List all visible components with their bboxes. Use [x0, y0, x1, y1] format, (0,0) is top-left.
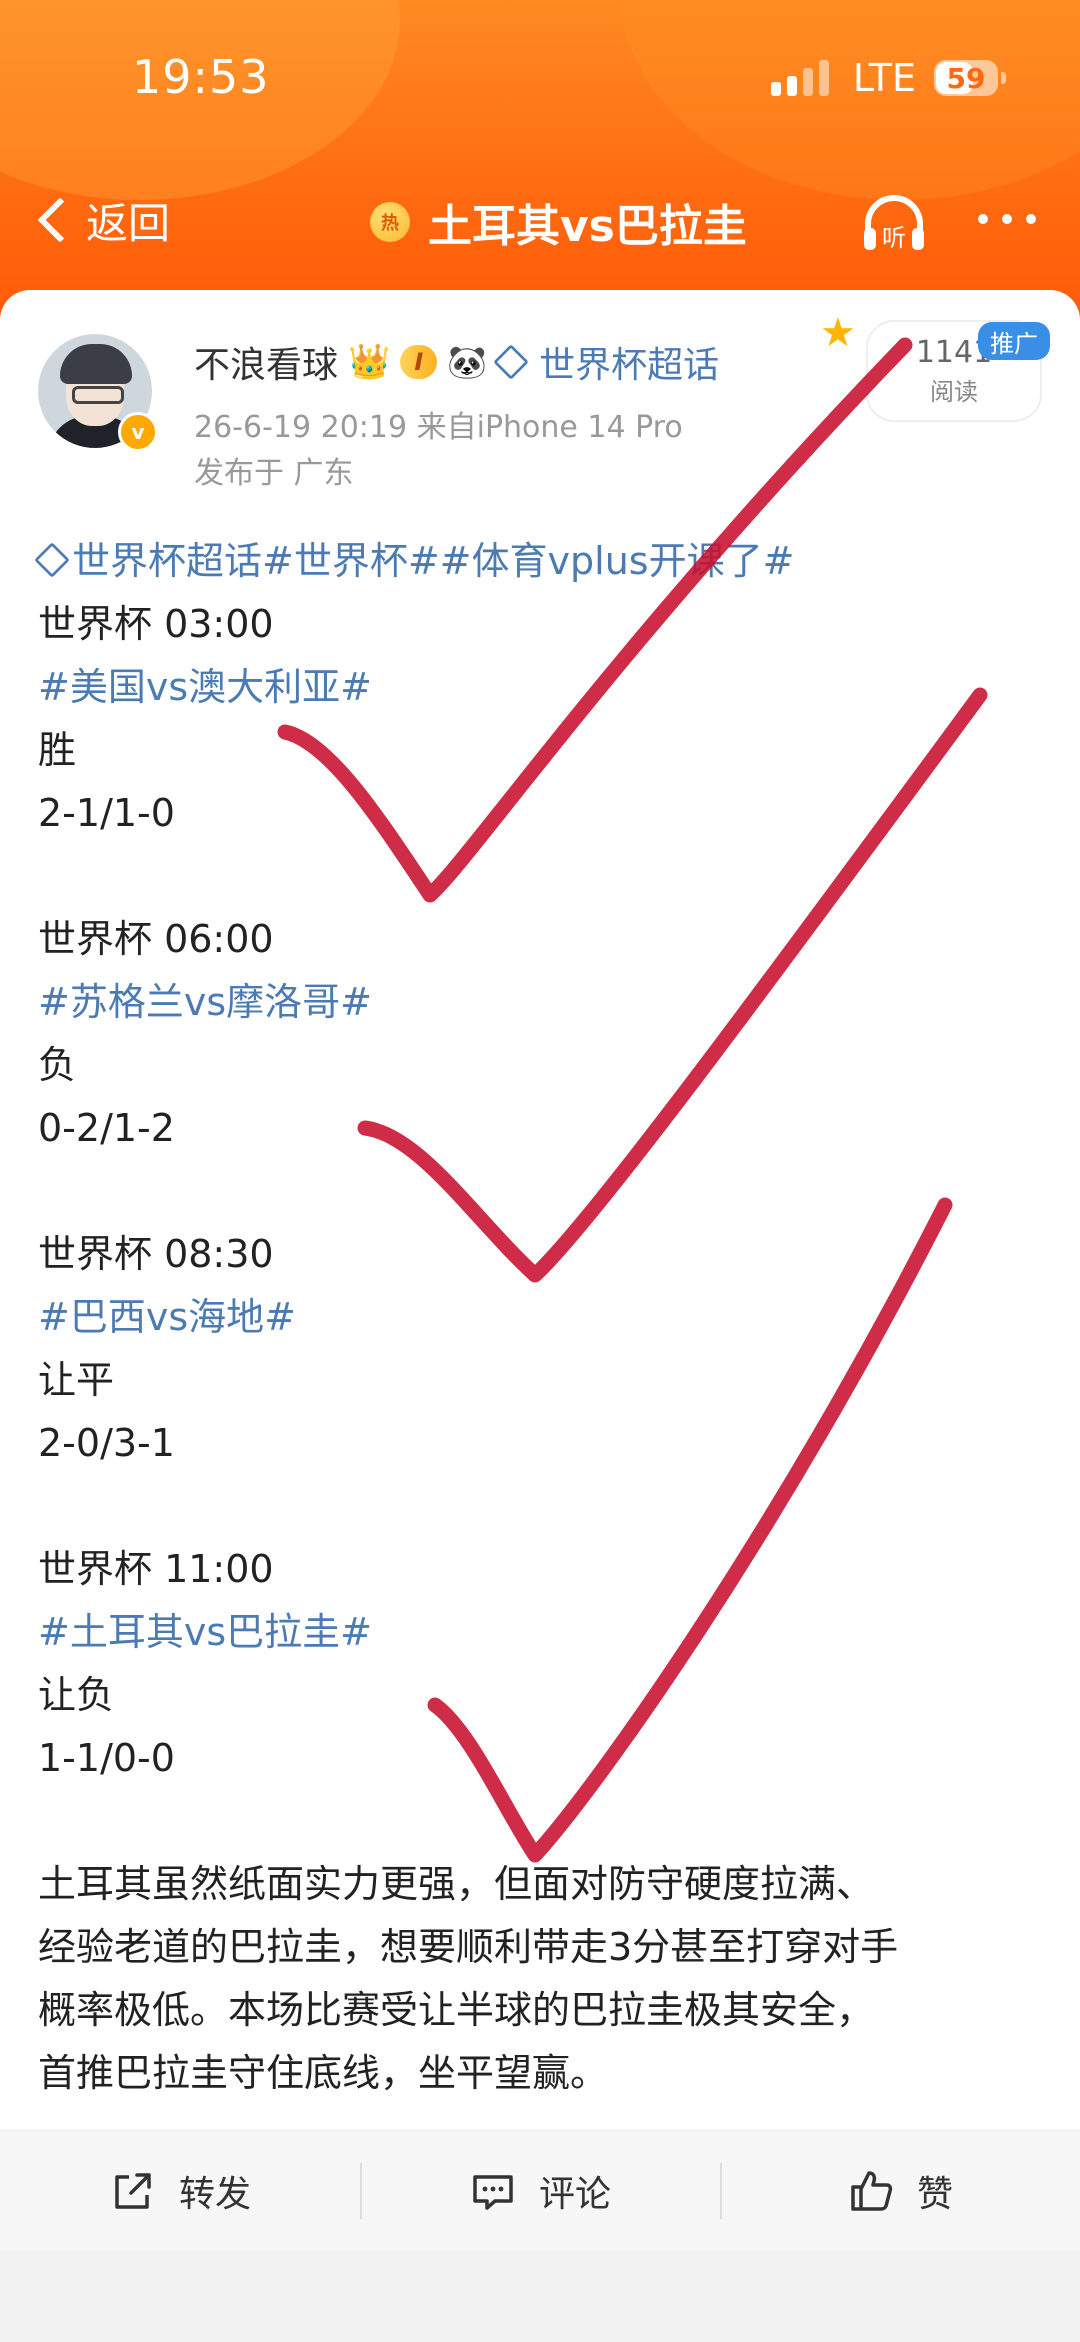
post-content: 世界杯超话#世界杯##体育vplus开课了# 世界杯 03:00 #美国vs澳大…: [34, 530, 1058, 2105]
battery-level: 59: [946, 61, 986, 95]
like-button[interactable]: 赞: [720, 2131, 1080, 2251]
match-pick: 让平: [38, 1358, 115, 1402]
repost-button[interactable]: 转发: [0, 2131, 360, 2251]
match-header: 世界杯 11:00: [38, 1547, 274, 1591]
status-indicators: LTE 59: [770, 56, 1006, 100]
analysis-line: 首推巴拉圭守住底线，坐平望赢。: [38, 2051, 609, 2095]
supertopic-link[interactable]: 世界杯超话: [493, 336, 720, 388]
crown-icon: 👑: [348, 342, 391, 382]
svg-text:听: 听: [882, 224, 906, 252]
promo-badge: 推广: [978, 322, 1050, 360]
comment-icon: [473, 2175, 513, 2210]
diamond-icon: [34, 542, 70, 578]
signal-icon: [770, 58, 835, 98]
post-card: v 不浪看球 👑 I 🐼 世界杯超话 26-6-19 20:19 来自iPhon…: [0, 290, 1080, 2130]
match-pick: 负: [38, 1043, 77, 1087]
diamond-icon: [493, 344, 529, 380]
action-bar: 转发 评论 赞: [0, 2130, 1080, 2251]
level-badge: I: [400, 345, 438, 379]
comment-button[interactable]: 评论: [360, 2131, 720, 2251]
match-topic-link[interactable]: #巴西vs海地#: [38, 1286, 1058, 1349]
hot-topic-icon: 热: [370, 202, 410, 242]
analysis-line: 概率极低。本场比赛受让半球的巴拉圭极其安全，: [38, 1988, 875, 2032]
analysis-line: 土耳其虽然纸面实力更强，但面对防守硬度拉满、: [38, 1862, 875, 1906]
analysis-line: 经验老道的巴拉圭，想要顺利带走3分甚至打穿对手: [38, 1925, 899, 1969]
page-title: 土耳其vs巴拉圭: [428, 201, 747, 252]
panda-icon: 🐼: [447, 343, 488, 381]
comment-label: 评论: [538, 2174, 611, 2215]
analysis-paragraph: 土耳其虽然纸面实力更强，但面对防守硬度拉满、 经验老道的巴拉圭，想要顺利带走3分…: [38, 1853, 1058, 2105]
post-time-source: 26-6-19 20:19 来自iPhone 14 Pro: [194, 410, 683, 445]
match-score: 1-1/0-0: [38, 1736, 175, 1780]
network-type: LTE: [852, 56, 916, 100]
match-header: 世界杯 06:00: [38, 917, 274, 961]
repost-label: 转发: [178, 2174, 251, 2215]
match-topic-link[interactable]: #土耳其vs巴拉圭#: [38, 1601, 1058, 1664]
verified-badge-icon: v: [118, 412, 158, 452]
back-label: 返回: [86, 198, 171, 248]
match-score: 2-0/3-1: [38, 1421, 175, 1465]
match-header: 世界杯 03:00: [38, 602, 274, 646]
topics-text: 世界杯超话#世界杯##体育vplus开课了#: [72, 539, 795, 583]
match-score: 2-1/1-0: [38, 791, 175, 835]
battery-icon: 59: [934, 60, 1006, 96]
page-title-wrap: 热 土耳其vs巴拉圭: [370, 190, 747, 254]
like-label: 赞: [916, 2174, 953, 2215]
author-row: 不浪看球 👑 I 🐼 世界杯超话: [194, 334, 719, 390]
match-score: 0-2/1-2: [38, 1106, 175, 1150]
sparkle-icon: ★: [820, 310, 856, 356]
match-pick: 胜: [38, 728, 77, 772]
post-location: 发布于 广东: [194, 456, 354, 491]
read-label: 阅读: [930, 378, 978, 406]
headphones-icon: 听: [864, 195, 924, 252]
more-dot-icon: [978, 214, 988, 224]
author-name[interactable]: 不浪看球: [194, 336, 338, 388]
share-icon: [115, 2173, 151, 2209]
status-time: 19:53: [132, 50, 270, 104]
thumbs-up-icon: [851, 2171, 893, 2211]
supertopic-label: 世界杯超话: [539, 345, 720, 386]
match-pick: 让负: [38, 1673, 115, 1717]
back-button[interactable]: 返回: [30, 188, 170, 252]
match-header: 世界杯 08:30: [38, 1232, 274, 1276]
nav-bar: 返回 热 土耳其vs巴拉圭 听: [0, 170, 1080, 270]
match-topic-link[interactable]: #苏格兰vs摩洛哥#: [38, 971, 1058, 1034]
chevron-left-icon: [37, 197, 83, 243]
listen-button[interactable]: 听: [858, 188, 930, 260]
match-topic-link[interactable]: #美国vs澳大利亚#: [38, 656, 1058, 719]
more-options-button[interactable]: [978, 214, 1036, 224]
header-bar: 19:53 LTE 59 返回 热 土耳其vs巴拉圭 听: [0, 0, 1080, 330]
topics-line[interactable]: 世界杯超话#世界杯##体育vplus开课了#: [34, 530, 1058, 593]
